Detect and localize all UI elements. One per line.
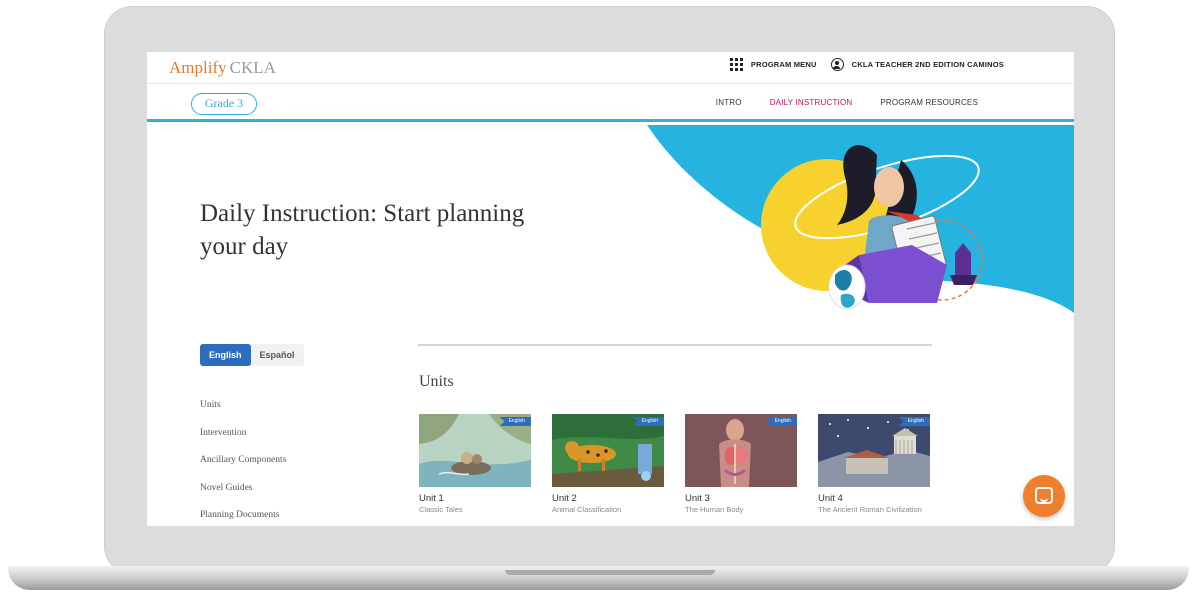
sidebar-item-units[interactable]: Units	[200, 400, 286, 428]
unit-card[interactable]: English Unit 2 Animal Classification	[552, 414, 664, 515]
tab-intro[interactable]: INTRO	[716, 98, 742, 107]
chat-button[interactable]	[1023, 475, 1065, 517]
sub-nav-bar: Grade 3 INTRO DAILY INSTRUCTION PROGRAM …	[147, 85, 1074, 122]
unit-title[interactable]: Unit 2	[552, 493, 664, 504]
app-screen: Amplify CKLA PROGRAM MENU CKLA TEACHER 2N…	[147, 52, 1074, 526]
unit-subtitle: Animal Classification	[552, 505, 622, 514]
user-account-icon[interactable]	[830, 58, 844, 71]
unit-title[interactable]: Unit 1	[419, 493, 531, 504]
sidebar-nav: Units Intervention Ancillary Components …	[200, 400, 286, 526]
unit-card[interactable]: English Unit 3 The Human Body	[685, 414, 797, 515]
language-toggle: English Español	[200, 344, 304, 366]
unit-subtitle: Classic Tales	[419, 505, 463, 514]
logo-product: CKLA	[229, 58, 276, 77]
unit-thumbnail-image[interactable]: English	[552, 414, 664, 487]
unit-thumbnail-image[interactable]: English	[818, 414, 930, 487]
unit-thumbnail-image[interactable]: English	[419, 414, 531, 487]
program-menu-link[interactable]: PROGRAM MENU	[751, 60, 817, 69]
laptop-notch	[505, 570, 715, 575]
language-espanol-button[interactable]: Español	[251, 344, 304, 366]
unit-subtitle: The Ancient Roman Civilization	[818, 505, 922, 514]
user-account-link[interactable]: CKLA TEACHER 2ND EDITION CAMINOS	[852, 60, 1004, 69]
chat-icon	[1035, 487, 1053, 504]
unit-subtitle: The Human Body	[685, 505, 744, 514]
unit-card[interactable]: English Unit 4 The Ancient Roman Civiliz…	[818, 414, 930, 515]
sidebar-item-intervention[interactable]: Intervention	[200, 428, 286, 456]
section-divider	[418, 344, 932, 346]
sidebar-item-planning-documents[interactable]: Planning Documents	[200, 510, 286, 526]
unit-title[interactable]: Unit 4	[818, 493, 930, 504]
units-grid: English Unit 1 Classic Tales English Uni…	[419, 414, 930, 515]
unit-title[interactable]: Unit 3	[685, 493, 797, 504]
top-nav: PROGRAM MENU CKLA TEACHER 2ND EDITION CA…	[729, 58, 1004, 71]
tab-daily-instruction[interactable]: DAILY INSTRUCTION	[770, 98, 853, 107]
logo-brand: Amplify	[169, 58, 227, 77]
amplify-ckla-logo[interactable]: Amplify CKLA	[169, 58, 276, 78]
sidebar-item-novel-guides[interactable]: Novel Guides	[200, 483, 286, 511]
hero-banner: Daily Instruction: Start planning your d…	[147, 125, 1074, 325]
program-menu-grid-icon[interactable]	[729, 58, 743, 71]
unit-thumbnail-image[interactable]: English	[685, 414, 797, 487]
sidebar-item-ancillary-components[interactable]: Ancillary Components	[200, 455, 286, 483]
units-heading: Units	[419, 373, 454, 390]
grade-selector[interactable]: Grade 3	[191, 93, 257, 115]
page-title: Daily Instruction: Start planning your d…	[200, 200, 525, 260]
unit-card[interactable]: English Unit 1 Classic Tales	[419, 414, 531, 515]
section-tabs: INTRO DAILY INSTRUCTION PROGRAM RESOURCE…	[716, 98, 978, 107]
tab-program-resources[interactable]: PROGRAM RESOURCES	[880, 98, 978, 107]
language-english-button[interactable]: English	[200, 344, 251, 366]
top-bar: Amplify CKLA PROGRAM MENU CKLA TEACHER 2N…	[147, 52, 1074, 84]
